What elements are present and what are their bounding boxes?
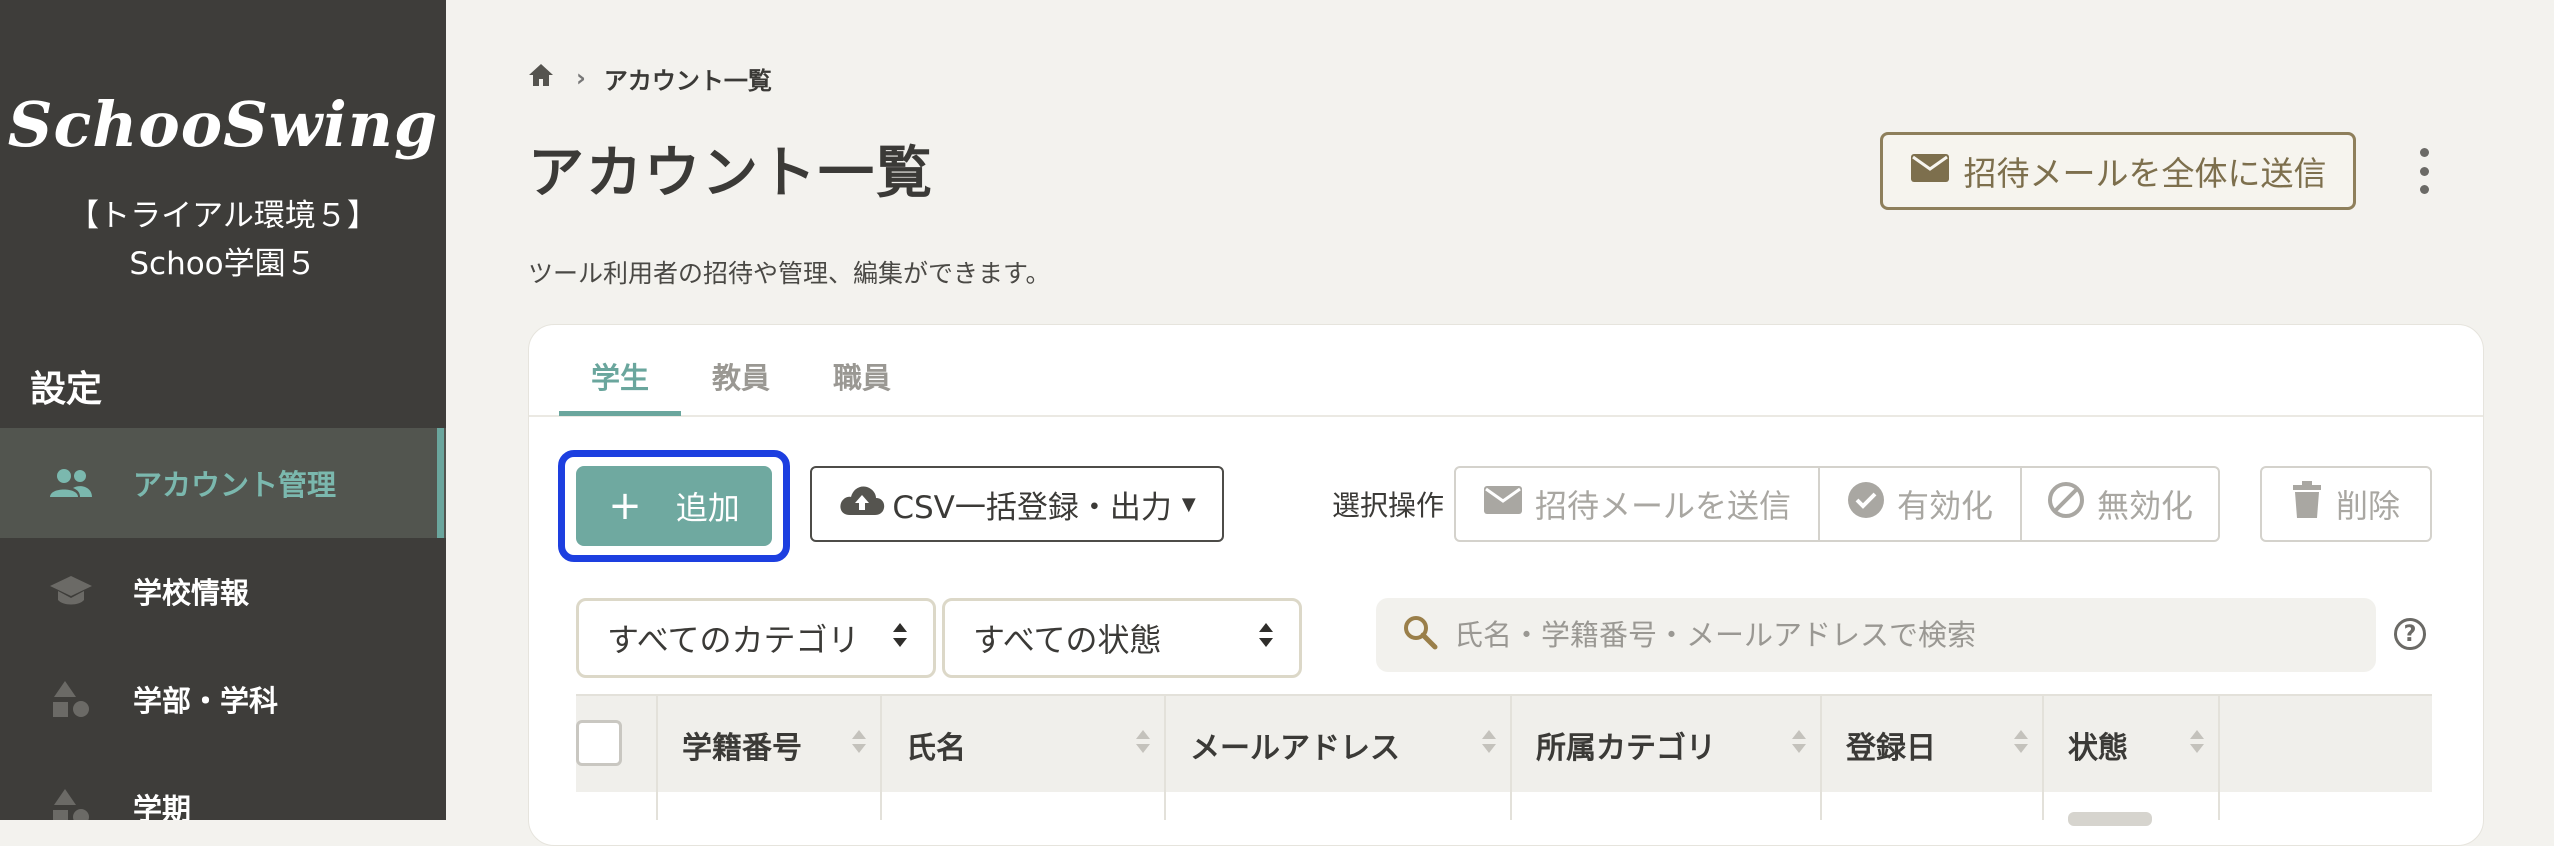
- search-box: [1376, 598, 2376, 672]
- shapes-icon: [48, 679, 94, 719]
- sidebar: SchooSwing 【トライアル環境５】Schoo学園５ 設定 アカウント管理…: [0, 0, 446, 820]
- invite-all-button[interactable]: 招待メールを全体に送信: [1880, 132, 2356, 210]
- add-button[interactable]: + 追加: [576, 466, 772, 546]
- status-badge: [2068, 812, 2152, 826]
- logo[interactable]: SchooSwing: [0, 88, 446, 161]
- breadcrumb-current: アカウント一覧: [603, 66, 772, 95]
- sidebar-item-terms[interactable]: 学期: [0, 752, 446, 820]
- sort-arrows-icon: [893, 623, 907, 647]
- sidebar-item-account-management[interactable]: アカウント管理: [0, 428, 446, 538]
- sort-arrows-icon: [1259, 623, 1273, 647]
- sidebar-item-school-info[interactable]: 学校情報: [0, 536, 446, 646]
- page-description: ツール利用者の招待や管理、編集ができます。: [528, 259, 1051, 288]
- sidebar-item-label: アカウント管理: [133, 468, 337, 502]
- chevron-right-icon: ›: [576, 64, 586, 92]
- bulk-actions-group: 招待メールを送信 有効化 無効化: [1454, 466, 2220, 542]
- disable-button[interactable]: 無効化: [2020, 468, 2218, 540]
- enable-label: 有効化: [1896, 487, 1993, 525]
- status-filter-value: すべての状態: [973, 621, 1162, 659]
- search-input[interactable]: [1452, 617, 2336, 653]
- more-vertical-icon[interactable]: [2412, 148, 2436, 194]
- page-title: アカウント一覧: [528, 141, 934, 206]
- column-header-name[interactable]: 氏名: [880, 696, 1164, 794]
- select-all-checkbox[interactable]: [576, 720, 622, 766]
- column-header-actions: [2218, 696, 2432, 794]
- add-button-label: 追加: [675, 489, 740, 527]
- trash-icon: [2292, 481, 2336, 527]
- category-filter-select[interactable]: すべてのカテゴリ: [576, 598, 936, 678]
- column-header-category[interactable]: 所属カテゴリ: [1510, 696, 1820, 794]
- send-invite-button[interactable]: 招待メールを送信: [1456, 468, 1818, 540]
- home-icon[interactable]: [528, 63, 554, 93]
- plus-icon: +: [608, 483, 642, 529]
- csv-button-label: CSV一括登録・出力: [892, 489, 1172, 526]
- sort-icon: [852, 730, 866, 753]
- delete-label: 削除: [2335, 487, 2400, 525]
- table-row: [576, 792, 2432, 820]
- selection-actions-label: 選択操作: [1332, 489, 1445, 522]
- active-indicator: [437, 428, 444, 538]
- delete-button[interactable]: 削除: [2260, 466, 2432, 542]
- check-circle-icon: [1847, 481, 1897, 527]
- people-icon: [48, 463, 94, 503]
- sort-icon: [2190, 730, 2204, 753]
- sort-icon: [1792, 730, 1806, 753]
- help-icon[interactable]: ?: [2394, 618, 2426, 650]
- column-header-student-id[interactable]: 学籍番号: [656, 696, 880, 794]
- ban-icon: [2047, 481, 2097, 527]
- settings-heading: 設定: [30, 369, 103, 410]
- graduation-cap-icon: [48, 571, 94, 611]
- active-tab-indicator: [559, 411, 681, 416]
- cloud-upload-icon: [838, 483, 886, 525]
- sort-icon: [2014, 730, 2028, 753]
- sidebar-item-label: 学期: [133, 792, 192, 820]
- sort-icon: [1136, 730, 1150, 753]
- tab-staff[interactable]: 職員: [833, 355, 891, 397]
- organization-name: 【トライアル環境５】Schoo学園５: [68, 198, 378, 282]
- category-filter-value: すべてのカテゴリ: [607, 621, 860, 659]
- shapes-icon: [48, 787, 94, 820]
- search-icon: [1376, 614, 1438, 657]
- caret-down-icon: ▼: [1181, 493, 1196, 515]
- disable-label: 無効化: [2096, 487, 2193, 525]
- status-filter-select[interactable]: すべての状態: [942, 598, 1302, 678]
- sort-icon: [1482, 730, 1496, 753]
- column-header-registered-date[interactable]: 登録日: [1820, 696, 2042, 794]
- sidebar-item-departments[interactable]: 学部・学科: [0, 644, 446, 754]
- tab-bar: 学生 教員 職員: [529, 325, 2483, 417]
- enable-button[interactable]: 有効化: [1818, 468, 2020, 540]
- table-header: 学籍番号 氏名 メールアドレス 所属カテゴリ 登録日 状態: [576, 694, 2432, 796]
- tab-students[interactable]: 学生: [591, 355, 649, 397]
- sidebar-item-label: 学部・学科: [133, 684, 279, 718]
- mail-icon: [1910, 152, 1964, 191]
- csv-import-export-button[interactable]: CSV一括登録・出力 ▼: [810, 466, 1224, 542]
- select-all-cell: [576, 696, 656, 794]
- breadcrumb: › アカウント一覧: [528, 60, 772, 96]
- mail-icon: [1483, 485, 1535, 523]
- column-header-email[interactable]: メールアドレス: [1164, 696, 1510, 794]
- invite-all-label: 招待メールを全体に送信: [1963, 154, 2327, 193]
- sidebar-item-label: 学校情報: [133, 576, 250, 610]
- column-header-status[interactable]: 状態: [2042, 696, 2218, 794]
- tab-teachers[interactable]: 教員: [712, 355, 770, 397]
- send-invite-label: 招待メールを送信: [1534, 487, 1791, 525]
